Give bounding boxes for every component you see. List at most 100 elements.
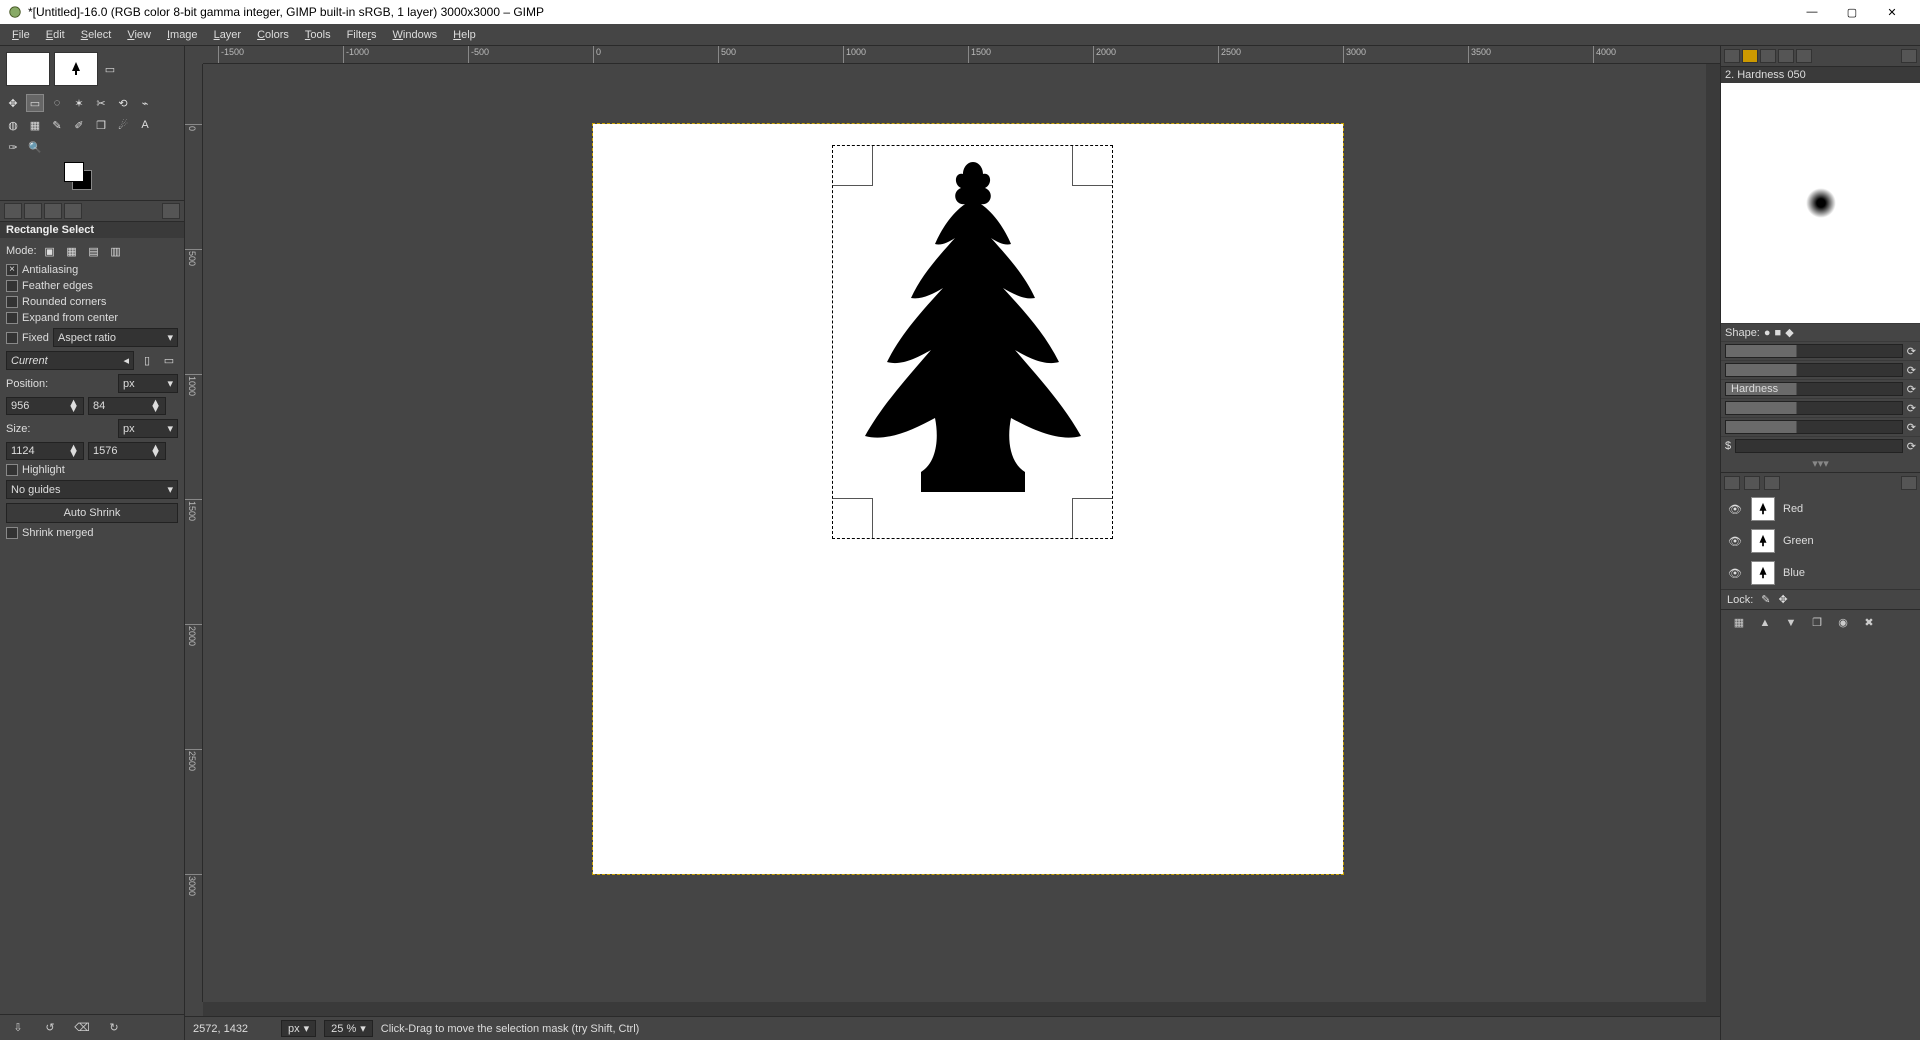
lock-position-icon[interactable]: ✥ bbox=[1779, 593, 1788, 606]
fixed-checkbox[interactable] bbox=[6, 332, 18, 344]
tab-menu-icon[interactable] bbox=[1901, 476, 1917, 490]
menu-image[interactable]: Image bbox=[159, 27, 206, 43]
gradient-tool-icon[interactable]: ▦ bbox=[26, 116, 44, 134]
tab-menu-icon[interactable] bbox=[1901, 49, 1917, 63]
landscape-icon[interactable]: ▭ bbox=[160, 352, 178, 370]
history-tab-icon[interactable] bbox=[1778, 49, 1794, 63]
mode-replace-icon[interactable]: ▣ bbox=[41, 242, 59, 260]
clone-tool-icon[interactable]: ❐ bbox=[92, 116, 110, 134]
lower-channel-icon[interactable]: ▼ bbox=[1783, 615, 1799, 631]
angle-slider[interactable] bbox=[1725, 420, 1903, 434]
layers-tab-icon[interactable] bbox=[1724, 476, 1740, 490]
free-select-tool-icon[interactable]: ◌ bbox=[48, 94, 66, 112]
images-tab-icon[interactable] bbox=[64, 203, 82, 219]
size-unit-dropdown[interactable]: px▾ bbox=[118, 419, 178, 438]
scrollbar-horizontal[interactable] bbox=[203, 1002, 1720, 1016]
reset-icon[interactable]: ↻ bbox=[106, 1020, 122, 1036]
menu-view[interactable]: View bbox=[119, 27, 159, 43]
rectangle-select-tool-icon[interactable]: ▭ bbox=[26, 94, 44, 112]
smudge-tool-icon[interactable]: ☄ bbox=[114, 116, 132, 134]
image-tab-1[interactable] bbox=[6, 52, 50, 86]
reset-icon[interactable]: ⟳ bbox=[1907, 402, 1916, 415]
viewport[interactable] bbox=[203, 64, 1706, 1002]
delete-channel-icon[interactable]: ✖ bbox=[1861, 615, 1877, 631]
position-y-input[interactable]: 84▲▼ bbox=[88, 397, 166, 415]
guides-dropdown[interactable]: No guides▾ bbox=[6, 480, 178, 499]
ruler-vertical[interactable]: 050010001500200025003000 bbox=[185, 64, 203, 1002]
channel-item[interactable]: 👁Red bbox=[1721, 493, 1920, 525]
fg-color[interactable] bbox=[64, 162, 84, 182]
visibility-icon[interactable]: 👁 bbox=[1727, 567, 1743, 580]
reset-icon[interactable]: ⟳ bbox=[1907, 364, 1916, 377]
mode-intersect-icon[interactable]: ▥ bbox=[107, 242, 125, 260]
menu-file[interactable]: File bbox=[4, 27, 38, 43]
new-channel-icon[interactable]: ▦ bbox=[1731, 615, 1747, 631]
image-tab-2[interactable] bbox=[54, 52, 98, 86]
lock-pixels-icon[interactable]: ✎ bbox=[1761, 593, 1770, 606]
portrait-icon[interactable]: ▯ bbox=[138, 352, 156, 370]
path-tool-icon[interactable]: ✑ bbox=[4, 138, 22, 156]
transform-tool-icon[interactable]: ⟲ bbox=[114, 94, 132, 112]
spikes-slider[interactable] bbox=[1725, 363, 1903, 377]
status-unit-dropdown[interactable]: px▾ bbox=[281, 1020, 316, 1037]
bucket-fill-tool-icon[interactable]: ◍ bbox=[4, 116, 22, 134]
auto-shrink-button[interactable]: Auto Shrink bbox=[6, 503, 178, 523]
canvas[interactable] bbox=[593, 124, 1343, 874]
channels-tab-icon[interactable] bbox=[1744, 476, 1760, 490]
menu-help[interactable]: Help bbox=[445, 27, 484, 43]
mode-subtract-icon[interactable]: ▤ bbox=[85, 242, 103, 260]
menu-edit[interactable]: Edit bbox=[38, 27, 73, 43]
antialias-checkbox[interactable] bbox=[6, 264, 18, 276]
close-button[interactable]: ✕ bbox=[1872, 0, 1912, 24]
restore-preset-icon[interactable]: ↺ bbox=[42, 1020, 58, 1036]
color-swatch[interactable] bbox=[64, 162, 104, 192]
shape-square-icon[interactable]: ■ bbox=[1775, 327, 1782, 339]
visibility-icon[interactable]: 👁 bbox=[1727, 535, 1743, 548]
drag-handle-icon[interactable]: ▾▾▾ bbox=[1721, 455, 1920, 472]
eraser-tool-icon[interactable]: ✐ bbox=[70, 116, 88, 134]
brushes-tab-icon[interactable] bbox=[1724, 49, 1740, 63]
expand-checkbox[interactable] bbox=[6, 312, 18, 324]
spacing-slider[interactable] bbox=[1735, 439, 1903, 453]
tool-options-tab-icon[interactable] bbox=[4, 203, 22, 219]
menu-tools[interactable]: Tools bbox=[297, 27, 339, 43]
fuzzy-select-tool-icon[interactable]: ✶ bbox=[70, 94, 88, 112]
text-tool-icon[interactable]: A bbox=[136, 116, 154, 134]
reset-icon[interactable]: ⟳ bbox=[1907, 421, 1916, 434]
feather-checkbox[interactable] bbox=[6, 280, 18, 292]
channel-item[interactable]: 👁Green bbox=[1721, 525, 1920, 557]
zoom-tool-icon[interactable]: 🔍 bbox=[26, 138, 44, 156]
patterns-tab-icon[interactable] bbox=[1742, 49, 1758, 63]
warp-tool-icon[interactable]: ⌁ bbox=[136, 94, 154, 112]
paths-tab-icon[interactable] bbox=[1764, 476, 1780, 490]
size-w-input[interactable]: 1124▲▼ bbox=[6, 442, 84, 460]
mode-add-icon[interactable]: ▦ bbox=[63, 242, 81, 260]
channel-item[interactable]: 👁Blue bbox=[1721, 557, 1920, 589]
radius-slider[interactable] bbox=[1725, 344, 1903, 358]
maximize-button[interactable]: ▢ bbox=[1832, 0, 1872, 24]
to-selection-icon[interactable]: ◉ bbox=[1835, 615, 1851, 631]
raise-channel-icon[interactable]: ▲ bbox=[1757, 615, 1773, 631]
position-x-input[interactable]: 956▲▼ bbox=[6, 397, 84, 415]
menu-select[interactable]: Select bbox=[73, 27, 120, 43]
undo-history-tab-icon[interactable] bbox=[44, 203, 62, 219]
position-unit-dropdown[interactable]: px▾ bbox=[118, 374, 178, 393]
reset-icon[interactable]: ⟳ bbox=[1907, 440, 1916, 453]
delete-preset-icon[interactable]: ⌫ bbox=[74, 1020, 90, 1036]
status-zoom-dropdown[interactable]: 25 %▾ bbox=[324, 1020, 373, 1037]
duplicate-channel-icon[interactable]: ❐ bbox=[1809, 615, 1825, 631]
highlight-checkbox[interactable] bbox=[6, 464, 18, 476]
close-tab-icon[interactable]: ▭ bbox=[102, 61, 118, 77]
size-h-input[interactable]: 1576▲▼ bbox=[88, 442, 166, 460]
shape-diamond-icon[interactable]: ◆ bbox=[1785, 326, 1793, 339]
fonts-tab-icon[interactable] bbox=[1760, 49, 1776, 63]
menu-colors[interactable]: Colors bbox=[249, 27, 297, 43]
device-status-tab-icon[interactable] bbox=[24, 203, 42, 219]
scrollbar-vertical[interactable] bbox=[1706, 64, 1720, 1002]
menu-filters[interactable]: Filters bbox=[339, 27, 385, 43]
shape-circle-icon[interactable]: ● bbox=[1764, 327, 1771, 339]
ruler-horizontal[interactable]: -1500-1000-50005001000150020002500300035… bbox=[203, 46, 1720, 64]
aspect-slider[interactable] bbox=[1725, 401, 1903, 415]
save-preset-icon[interactable]: ⇩ bbox=[10, 1020, 26, 1036]
reset-icon[interactable]: ⟳ bbox=[1907, 345, 1916, 358]
